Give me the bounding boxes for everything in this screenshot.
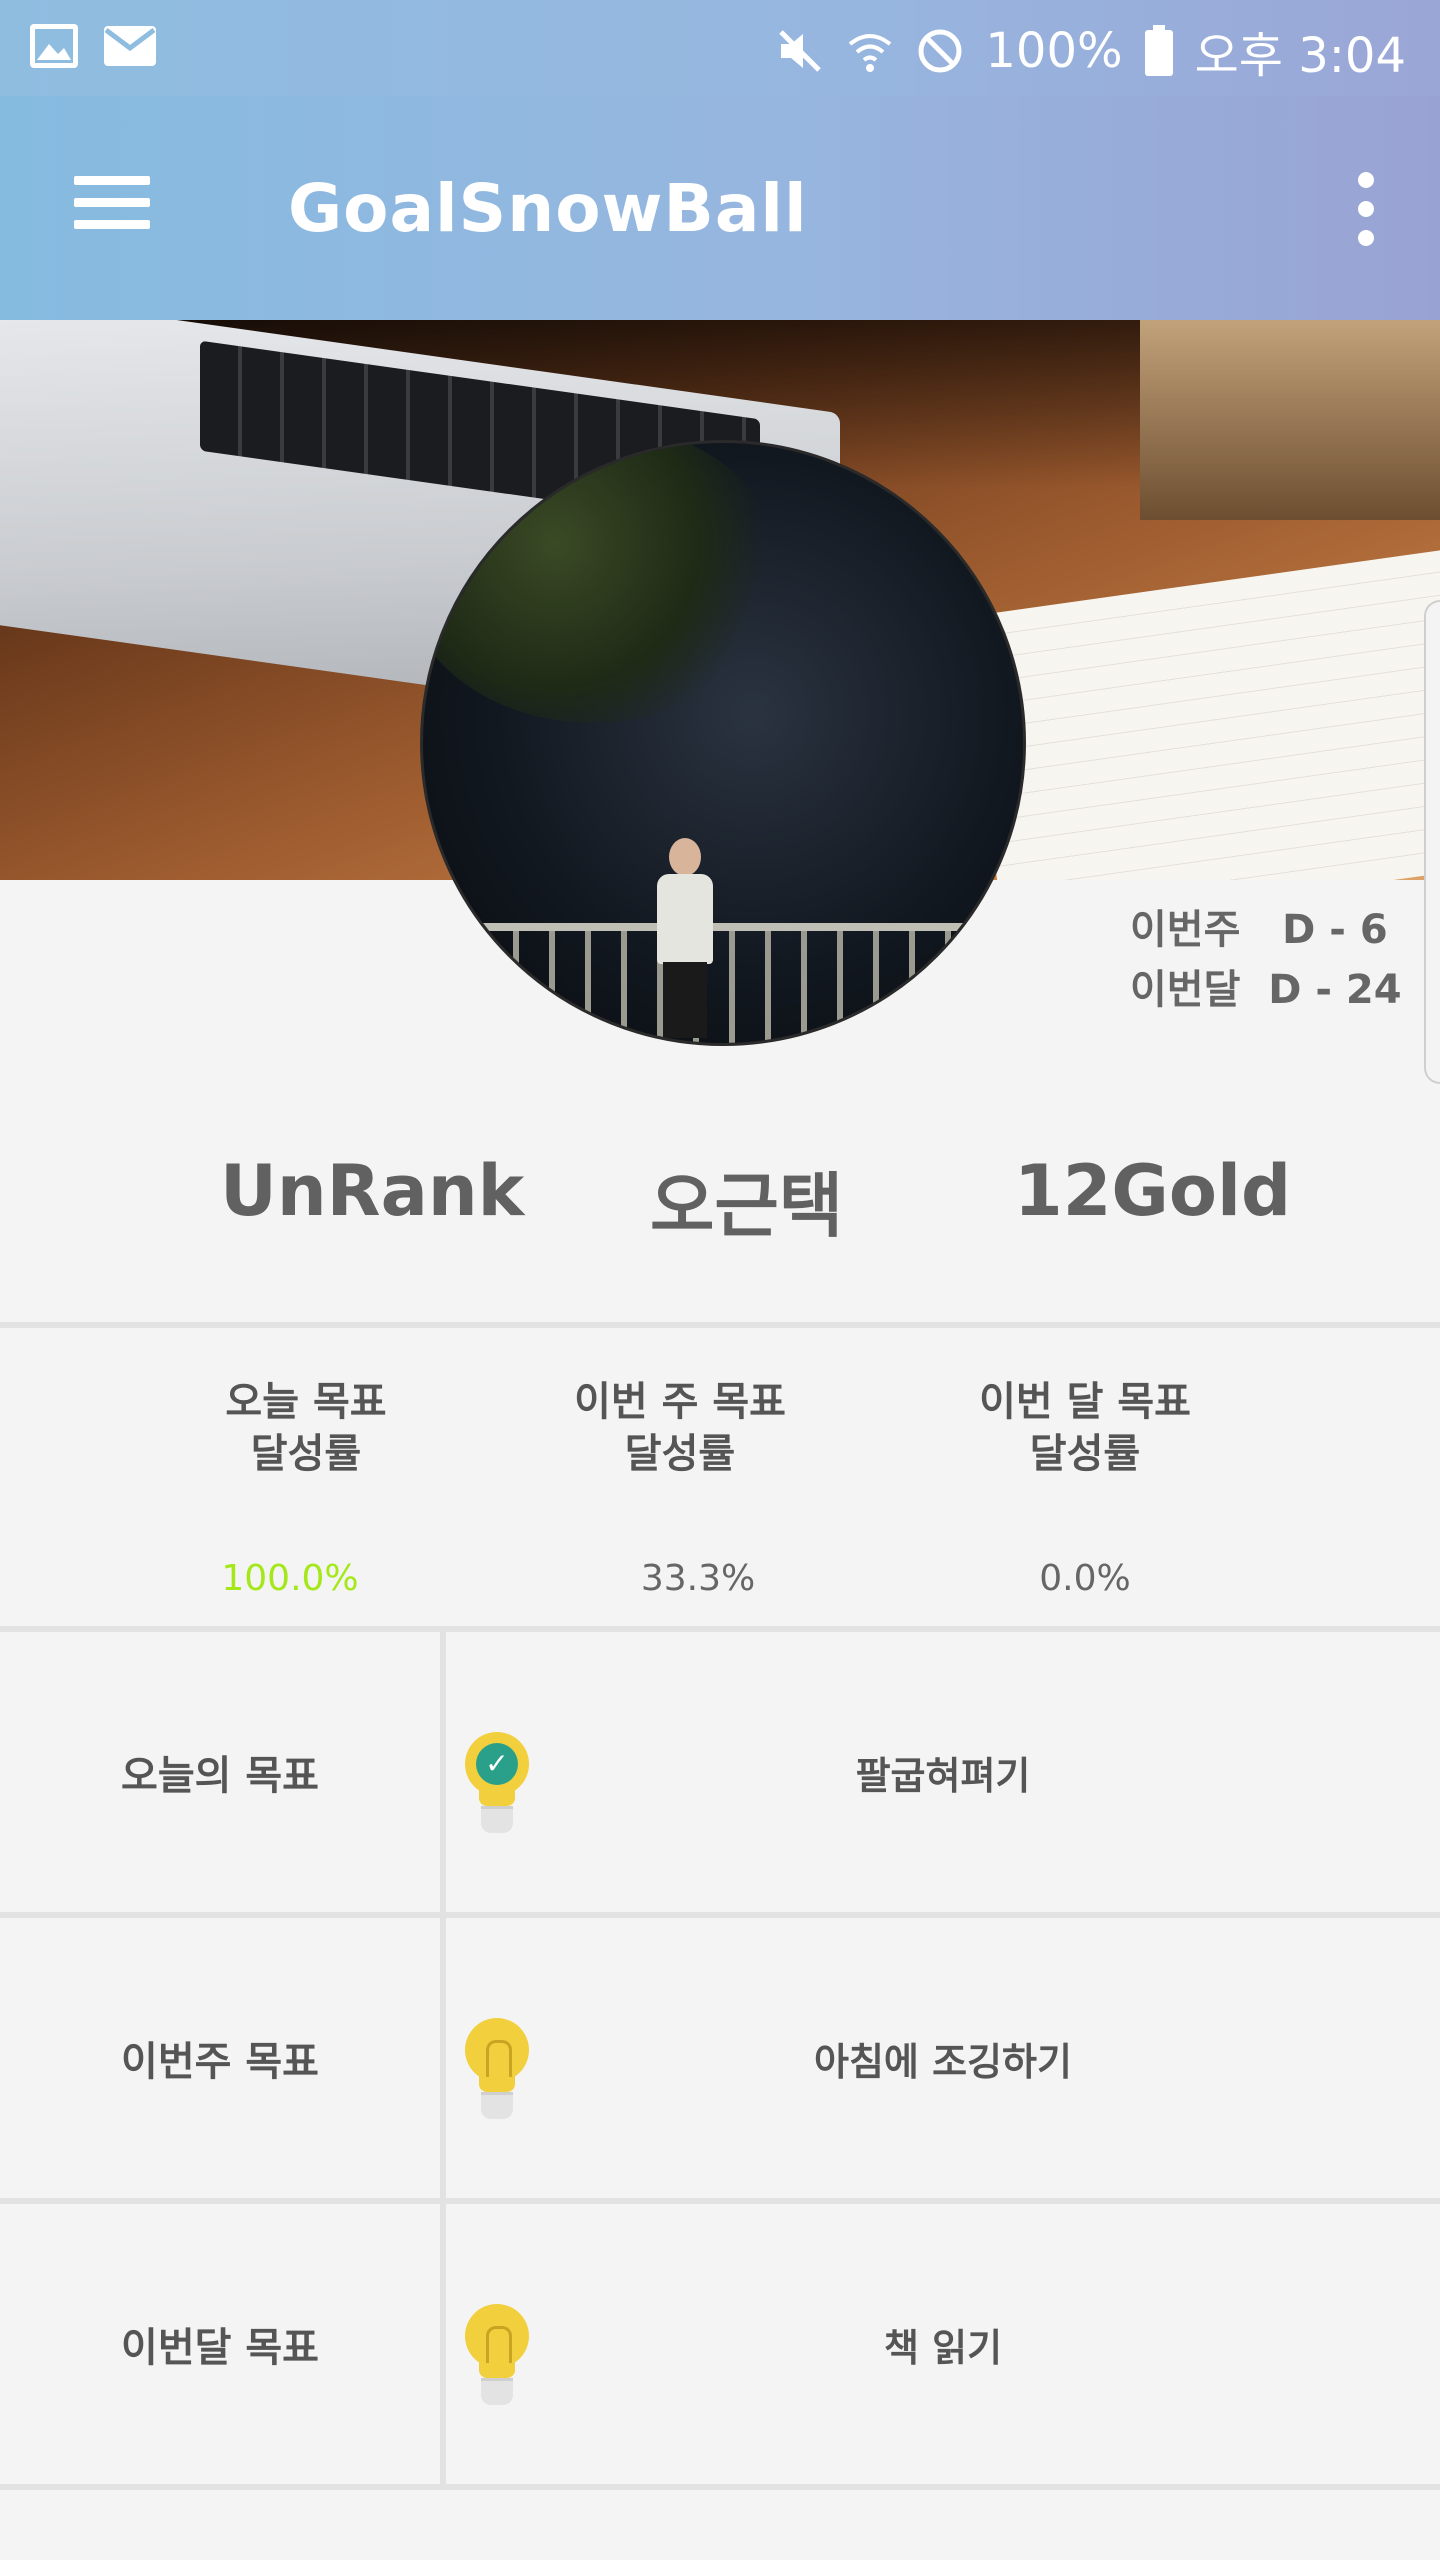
app-title: GoalSnowBall: [288, 170, 808, 247]
goal-row-month[interactable]: 이번달 목표 책 읽기: [0, 2204, 1440, 2484]
edge-panel-handle[interactable]: [1424, 600, 1440, 1084]
rate-month-label: 이번 달 목표 달성률: [979, 1379, 1191, 1477]
profile-avatar[interactable]: [420, 440, 1026, 1046]
status-bar: 100% 오후 3:04: [0, 0, 1440, 96]
cover-notebook: [960, 545, 1440, 880]
goal-text: 책 읽기: [883, 2325, 1003, 2370]
rate-today: 오늘 목표 달성률: [146, 1376, 466, 1480]
mute-icon: [779, 30, 822, 72]
user-gold: 12Gold: [1014, 1150, 1292, 1232]
battery-icon: [1144, 25, 1173, 76]
more-options-button[interactable]: [1344, 164, 1388, 254]
menu-button[interactable]: [60, 166, 160, 246]
rate-month: 이번 달 목표 달성률: [925, 1376, 1245, 1480]
month-countdown: 이번달 D - 24: [1130, 967, 1402, 1013]
divider: [0, 2484, 1440, 2490]
profile-summary: UnRank 오근택 12Gold: [0, 1100, 1440, 1320]
user-rank: UnRank: [220, 1150, 525, 1232]
email-notification-icon: [104, 26, 156, 66]
rate-today-label: 오늘 목표 달성률: [225, 1379, 387, 1477]
more-vert-icon: [1358, 172, 1374, 188]
app-bar: GoalSnowBall: [0, 96, 1440, 320]
goal-label-cell: 오늘의 목표: [0, 1632, 440, 1912]
goal-text: 아침에 조깅하기: [814, 2039, 1072, 2084]
divider: [0, 1322, 1440, 1328]
goal-label: 오늘의 목표: [121, 1753, 319, 1799]
rate-today-value: 100.0%: [221, 1558, 359, 1599]
goal-label-cell: 이번주 목표: [0, 1918, 440, 2198]
notification-icons: [28, 22, 158, 70]
goal-row-week[interactable]: 이번주 목표 아침에 조깅하기: [0, 1918, 1440, 2198]
cover-wall: [1140, 320, 1440, 520]
more-vert-icon-dot: [1358, 230, 1374, 246]
rate-week-label: 이번 주 목표 달성률: [574, 1379, 786, 1477]
goal-label: 이번주 목표: [121, 2039, 319, 2085]
avatar-tree: [423, 443, 783, 723]
system-status: 100% 오후 3:04: [775, 16, 1406, 86]
hamburger-icon-line: [74, 198, 150, 207]
week-countdown: 이번주 D - 6: [1130, 907, 1388, 953]
avatar-person: [655, 838, 715, 1038]
rate-week-value: 33.3%: [640, 1558, 756, 1599]
avatar-railing: [483, 923, 1003, 1043]
battery-percent: 100%: [985, 23, 1123, 79]
do-not-disturb-icon: [918, 29, 962, 73]
goal-row-today[interactable]: 오늘의 목표 ✓ 팔굽혀펴기: [0, 1632, 1440, 1912]
deadline-countdown: 이번주 D - 6 이번달 D - 24: [1130, 900, 1402, 1020]
achievement-rates: 오늘 목표 달성률 100.0% 이번 주 목표 달성률 33.3% 이번 달 …: [0, 1336, 1440, 1626]
hamburger-icon: [74, 176, 150, 185]
goal-label: 이번달 목표: [121, 2325, 319, 2371]
user-name: 오근택: [650, 1165, 844, 1247]
goal-label-cell: 이번달 목표: [0, 2204, 440, 2484]
goal-text: 팔굽혀펴기: [855, 1753, 1031, 1798]
wifi-icon: [849, 34, 892, 72]
hamburger-icon-line: [74, 220, 150, 229]
rate-week: 이번 주 목표 달성률: [520, 1376, 840, 1480]
more-vert-icon-dot: [1358, 201, 1374, 217]
rate-month-value: 0.0%: [1039, 1558, 1131, 1599]
clock: 오후 3:04: [1194, 28, 1406, 84]
gallery-notification-icon: [30, 24, 78, 68]
